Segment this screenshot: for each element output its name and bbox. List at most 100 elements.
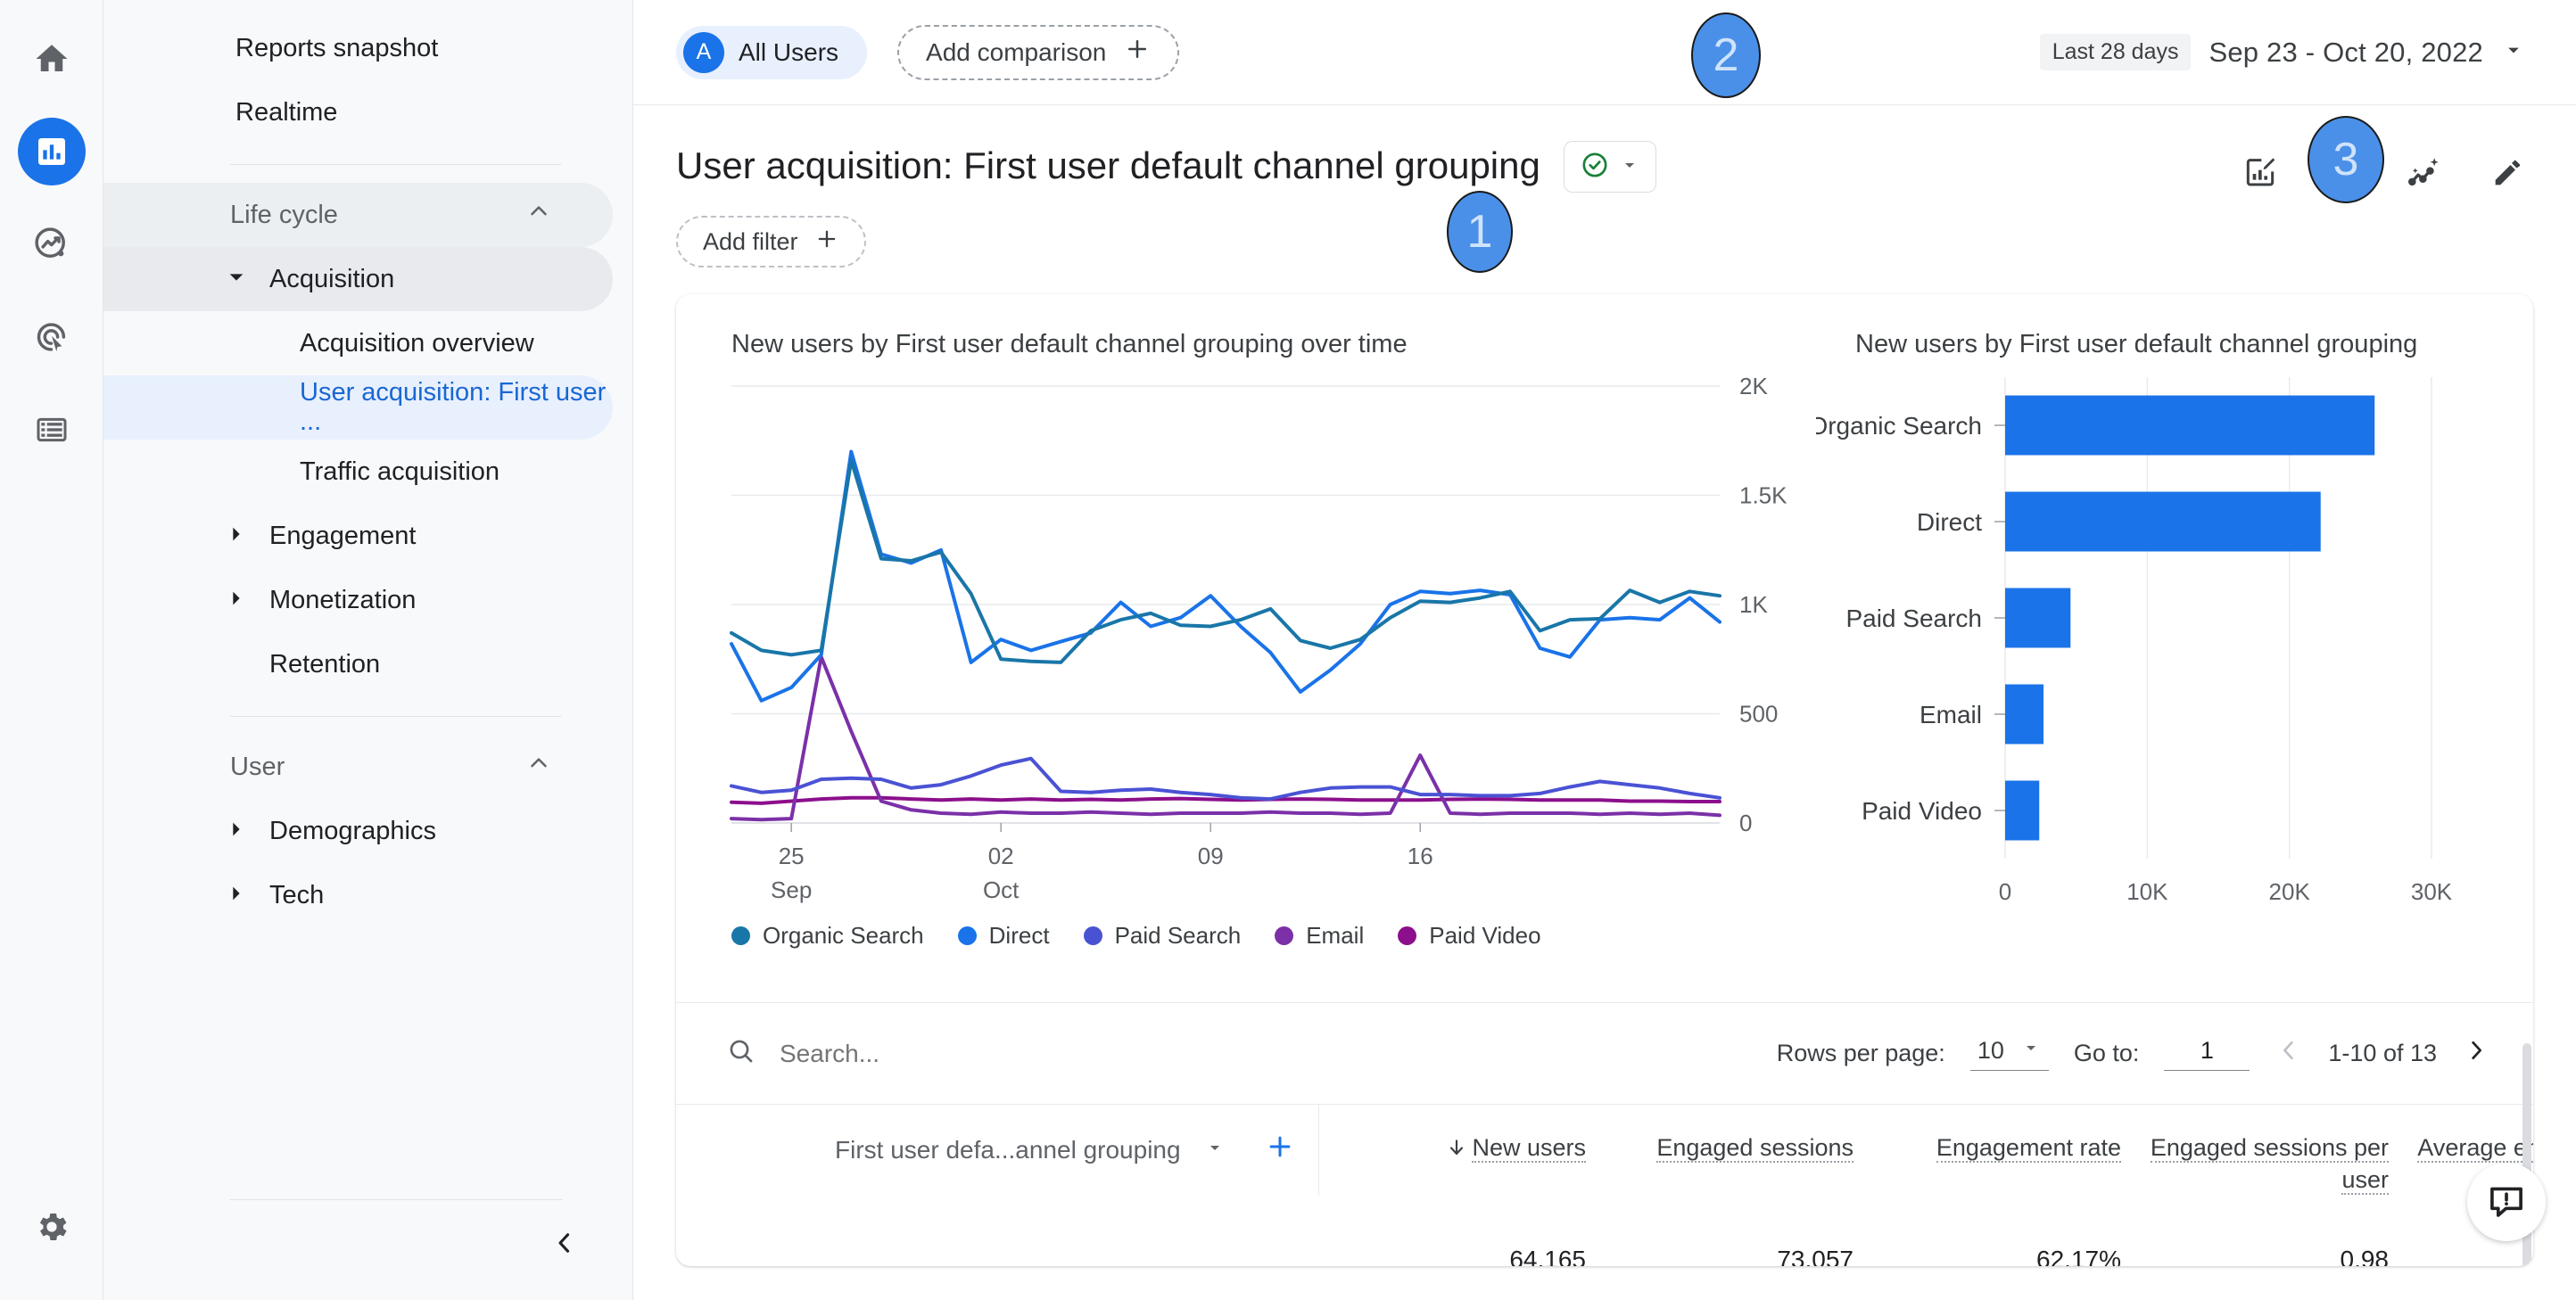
legend-swatch [1275, 926, 1294, 945]
metric-header-engaged-sessions[interactable]: Engaged sessions [1586, 1105, 1854, 1196]
icon-rail [0, 0, 103, 1300]
line-chart-pane: New users by First user default channel … [676, 294, 1816, 1002]
legend-item[interactable]: Email [1275, 922, 1364, 950]
line-chart[interactable]: 0 500 1K 1.5K 2K 25 Sep 02 Oct 09 16 [676, 359, 1809, 903]
bar-chart-pane: New users by First user default channel … [1808, 294, 2533, 1002]
line-chart-legend: Organic Search Direct Paid Search Email … [676, 922, 1816, 950]
sidebar-item-reports-snapshot[interactable]: Reports snapshot [103, 16, 632, 80]
sidebar-group-label: Life cycle [230, 200, 338, 229]
svg-text:1.5K: 1.5K [1739, 482, 1788, 509]
svg-text:Paid Search: Paid Search [1845, 605, 1982, 632]
sidebar-item-label: Demographics [269, 816, 436, 845]
collapse-nav-button[interactable] [538, 1216, 591, 1270]
sidebar-item-label: Engagement [269, 521, 417, 550]
sidebar-group-label: User [230, 752, 285, 781]
explore-icon[interactable] [18, 210, 86, 278]
rows-per-page-select[interactable]: 10 [1969, 1036, 2049, 1071]
previous-page-button[interactable] [2275, 1036, 2303, 1071]
add-filter-button[interactable]: Add filter [676, 216, 866, 267]
audience-chip-all-users[interactable]: A All Users [676, 25, 868, 79]
sidebar-item-acquisition[interactable]: Acquisition [103, 247, 613, 311]
legend-swatch [1398, 926, 1417, 945]
report-actions [2242, 144, 2526, 195]
filter-row: Add filter [633, 196, 2576, 267]
feedback-icon[interactable] [2467, 1163, 2546, 1241]
add-comparison-label: Add comparison [926, 37, 1107, 66]
sidebar-item-acquisition-overview[interactable]: Acquisition overview [103, 311, 613, 375]
legend-item[interactable]: Organic Search [731, 922, 924, 950]
legend-label: Direct [988, 922, 1050, 949]
svg-text:1K: 1K [1739, 591, 1768, 618]
metric-header-label: Engaged sessions per user [2150, 1134, 2389, 1196]
rows-per-page-label: Rows per page: [1776, 1040, 1945, 1066]
dimension-header-cell[interactable]: First user defa...annel grouping [676, 1105, 1319, 1197]
metric-header-engagement-rate[interactable]: Engagement rate [1854, 1105, 2121, 1196]
bar-chart[interactable]: 0 10K 20K 30K Organic Search Direct Paid Searc… [1808, 359, 2476, 939]
advertising-icon[interactable] [18, 303, 86, 371]
sidebar-item-engagement[interactable]: Engagement [103, 504, 613, 568]
sidebar-item-tech[interactable]: Tech [103, 863, 613, 927]
svg-text:16: 16 [1408, 843, 1433, 869]
metric-header-engaged-sessions-per-user[interactable]: Engaged sessions per user [2121, 1105, 2389, 1196]
legend-item[interactable]: Paid Video [1398, 922, 1541, 950]
chevron-up-icon [525, 750, 552, 784]
customize-report-icon[interactable] [2242, 154, 2278, 194]
svg-text:2K: 2K [1739, 373, 1768, 399]
svg-text:20K: 20K [2269, 878, 2311, 905]
triangle-down-icon [227, 265, 246, 294]
sidebar-item-traffic-acquisition[interactable]: Traffic acquisition [103, 440, 613, 504]
legend-label: Paid Search [1114, 922, 1242, 949]
home-icon[interactable] [18, 25, 86, 93]
report-status-badge[interactable] [1563, 141, 1656, 193]
caret-down-icon[interactable] [1204, 1136, 1226, 1164]
triangle-right-icon [227, 817, 246, 846]
analytics-app: Reports snapshot Realtime Life cycle Acq… [0, 0, 2576, 1300]
nav-divider-1 [230, 164, 561, 165]
line-chart-title: New users by First user default channel … [731, 330, 1408, 358]
library-icon[interactable] [18, 396, 86, 464]
svg-text:500: 500 [1739, 701, 1778, 728]
sidebar-item-label: Traffic acquisition [300, 457, 500, 486]
metric-header-new-users[interactable]: New users [1318, 1105, 1586, 1196]
add-comparison-button[interactable]: Add comparison [897, 24, 1180, 80]
sidebar-item-demographics[interactable]: Demographics [103, 799, 613, 863]
totals-label-cell [676, 1196, 1318, 1266]
sidebar-group-life-cycle[interactable]: Life cycle [103, 183, 613, 247]
sidebar-group-user[interactable]: User [103, 735, 613, 799]
legend-item[interactable]: Direct [957, 922, 1050, 950]
triangle-right-icon [227, 522, 246, 551]
sidebar-item-monetization[interactable]: Monetization [103, 568, 613, 632]
svg-text:Direct: Direct [1917, 508, 1982, 536]
legend-item[interactable]: Paid Search [1083, 922, 1242, 950]
bar-chart-title: New users by First user default channel … [1855, 330, 2418, 358]
search-icon [726, 1036, 756, 1071]
edit-icon[interactable] [2490, 154, 2526, 194]
sidebar-item-label: Reports snapshot [235, 33, 439, 62]
sidebar-item-label: Retention [269, 649, 381, 679]
triangle-right-icon [227, 586, 246, 615]
rows-per-page-value: 10 [1977, 1036, 2004, 1064]
goto-input[interactable] [2164, 1036, 2250, 1071]
date-preset-badge: Last 28 days [2039, 34, 2192, 70]
reports-icon[interactable] [17, 118, 86, 185]
search-box[interactable] [726, 1036, 1243, 1071]
next-page-button[interactable] [2462, 1036, 2490, 1071]
metric-header-label: New users [1472, 1134, 1586, 1163]
insights-icon[interactable] [2407, 153, 2444, 195]
add-dimension-button[interactable] [1265, 1131, 1295, 1168]
charts-row: New users by First user default channel … [676, 294, 2533, 1003]
svg-text:Sep: Sep [771, 876, 812, 903]
sidebar-item-label: Tech [269, 880, 325, 909]
sidebar-item-retention[interactable]: Retention [103, 632, 613, 696]
page-header: User acquisition: First user default cha… [633, 105, 2576, 196]
plus-icon [1124, 36, 1151, 69]
sidebar-item-label: Realtime [235, 97, 338, 127]
sidebar-item-realtime[interactable]: Realtime [103, 80, 632, 144]
plus-icon [814, 226, 839, 258]
sidebar-item-user-acquisition[interactable]: User acquisition: First user ... [103, 375, 613, 440]
search-input[interactable] [780, 1039, 1243, 1068]
gear-icon[interactable] [18, 1193, 86, 1261]
add-filter-label: Add filter [703, 227, 798, 255]
date-range-picker[interactable]: Last 28 days Sep 23 - Oct 20, 2022 [2039, 34, 2526, 70]
legend-label: Email [1306, 922, 1365, 949]
